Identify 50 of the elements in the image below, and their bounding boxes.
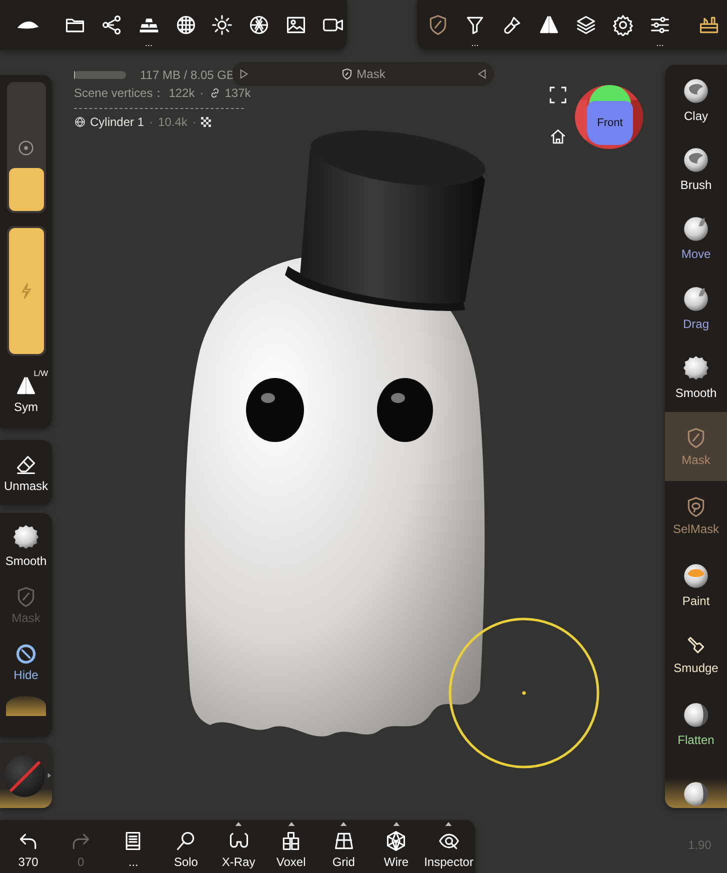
more-indicator: ... xyxy=(144,39,154,48)
separator-dot: · xyxy=(198,86,205,100)
view-cube[interactable]: Front xyxy=(575,85,643,149)
clay-tool[interactable]: Clay xyxy=(665,65,727,134)
tool-label: Hide xyxy=(14,668,38,682)
drag-tool[interactable]: Drag xyxy=(665,273,727,343)
tool-label: Paint xyxy=(682,594,710,608)
tool-title-text: Mask xyxy=(356,67,386,81)
symmetry-axes: L/W xyxy=(34,369,48,378)
hide-tool[interactable]: Hide xyxy=(2,637,50,686)
smooth-tool[interactable]: Smooth xyxy=(2,517,50,572)
brush-tool[interactable]: Brush xyxy=(665,134,727,204)
tool-label: Smudge xyxy=(674,660,718,675)
object-vertex-count: 10.4k xyxy=(158,115,188,129)
tool-label: Unmask xyxy=(4,479,48,493)
selmask-tool[interactable]: SelMask xyxy=(665,481,727,551)
wireframe-button[interactable]: Wire xyxy=(370,822,422,869)
tool-label: Brush xyxy=(680,178,712,192)
separator-dot: · xyxy=(148,115,154,129)
separator-dot: · xyxy=(191,115,198,129)
symmetry-button[interactable]: L/W Sym xyxy=(2,369,50,418)
link-count: 137k xyxy=(224,86,251,100)
smooth-tool[interactable]: Smooth xyxy=(665,342,727,412)
undo-button[interactable]: 370 xyxy=(2,830,55,869)
paint-tool[interactable]: Paint xyxy=(665,550,727,620)
tool-label: Sym xyxy=(14,400,38,414)
tool-label: Mask xyxy=(12,611,40,625)
scene-vertices-label: Scene vertices： xyxy=(74,84,165,102)
move-tool[interactable]: Move xyxy=(665,204,727,274)
tool-label: Flatten xyxy=(678,733,714,748)
tool-label: Smooth xyxy=(5,554,47,568)
more-indicator: ... xyxy=(470,39,480,48)
tool-label: Clay xyxy=(684,108,708,123)
tool-label: Drag xyxy=(682,316,709,331)
tool-label: Move xyxy=(681,247,711,262)
tool-label: SelMask xyxy=(672,522,719,536)
object-name: Cylinder 1 xyxy=(90,115,144,129)
eye-button[interactable]: Inspector xyxy=(422,822,476,869)
book-button[interactable]: ... xyxy=(107,822,160,869)
search-button[interactable]: Solo xyxy=(160,822,212,869)
flatten-tool[interactable]: Flatten xyxy=(665,690,727,759)
tool-label: Mask xyxy=(682,452,710,467)
cube-face-label[interactable]: Front xyxy=(587,101,633,145)
grid-button[interactable]: Grid xyxy=(317,822,370,869)
more-indicator: ... xyxy=(655,39,665,48)
cubes-button[interactable]: Voxel xyxy=(264,822,318,869)
glasses-button[interactable]: X-Ray xyxy=(212,822,265,869)
smudge-tool[interactable]: Smudge xyxy=(665,620,727,690)
tool-label: Smooth xyxy=(675,386,717,400)
vertex-count: 122k xyxy=(168,86,195,100)
